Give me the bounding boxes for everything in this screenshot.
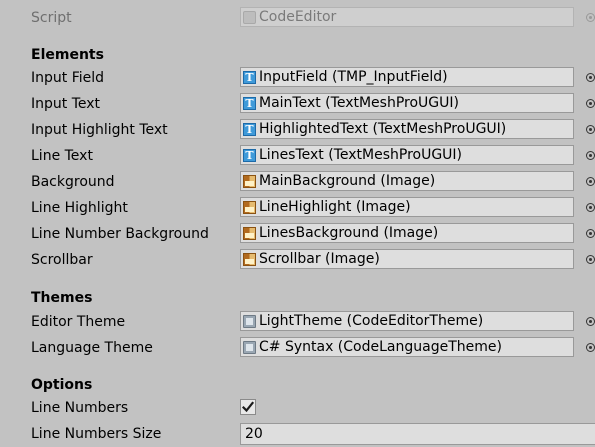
field-label: Line Highlight (31, 200, 128, 216)
object-field-line-number-background[interactable]: LinesBackground (Image) (240, 223, 574, 243)
object-field-input-field[interactable]: T InputField (TMP_InputField) (240, 67, 574, 87)
object-field-line-highlight[interactable]: LineHighlight (Image) (240, 197, 574, 217)
field-row-input-highlight-text: Input Highlight Text T HighlightedText (… (0, 117, 595, 143)
tmp-icon: T (243, 148, 256, 162)
object-field-value: C# Syntax (CodeLanguageTheme) (259, 339, 502, 355)
object-field-value: LinesText (TextMeshProUGUI) (259, 147, 463, 163)
object-field-input-highlight-text[interactable]: T HighlightedText (TextMeshProUGUI) (240, 119, 574, 139)
object-field-language-theme[interactable]: C# Syntax (CodeLanguageTheme) (240, 337, 574, 357)
image-icon (243, 226, 256, 240)
field-label: Language Theme (31, 340, 153, 356)
script-label: Script (31, 10, 72, 26)
object-field-editor-theme[interactable]: LightTheme (CodeEditorTheme) (240, 311, 574, 331)
line-numbers-checkbox[interactable] (240, 399, 256, 415)
image-icon (243, 200, 256, 214)
field-row-input-field: Input Field T InputField (TMP_InputField… (0, 65, 595, 91)
field-row-editor-theme: Editor Theme LightTheme (CodeEditorTheme… (0, 309, 595, 335)
object-picker-icon[interactable] (586, 343, 595, 352)
object-field-value: MainBackground (Image) (259, 173, 436, 189)
object-picker-icon[interactable] (586, 125, 595, 134)
section-header-options: Options (31, 377, 93, 393)
field-row-background: Background MainBackground (Image) (0, 169, 595, 195)
object-field-scrollbar[interactable]: Scrollbar (Image) (240, 249, 574, 269)
image-icon (243, 252, 256, 266)
object-picker-icon[interactable] (586, 229, 595, 238)
field-label: Line Number Background (31, 226, 209, 242)
object-picker-icon[interactable] (586, 99, 595, 108)
image-icon (243, 174, 256, 188)
object-field-value: InputField (TMP_InputField) (259, 69, 448, 85)
object-field-value: Scrollbar (Image) (259, 251, 380, 267)
script-icon (243, 10, 256, 24)
scriptable-object-icon (243, 340, 256, 354)
field-label: Background (31, 174, 115, 190)
object-field-background[interactable]: MainBackground (Image) (240, 171, 574, 191)
object-picker-icon[interactable] (586, 73, 595, 82)
object-picker-icon (586, 13, 595, 22)
tmp-icon: T (243, 96, 256, 110)
scriptable-object-icon (243, 314, 256, 328)
field-label: Input Text (31, 96, 101, 112)
object-picker-icon[interactable] (586, 255, 595, 264)
field-row-line-text: Line Text T LinesText (TextMeshProUGUI) (0, 143, 595, 169)
field-label: Editor Theme (31, 314, 126, 330)
object-field-value: LinesBackground (Image) (259, 225, 439, 241)
object-field-value: LineHighlight (Image) (259, 199, 411, 215)
section-header-elements: Elements (31, 47, 104, 63)
object-picker-icon[interactable] (586, 177, 595, 186)
object-picker-icon[interactable] (586, 151, 595, 160)
tmp-icon: T (243, 122, 256, 136)
object-field-value: HighlightedText (TextMeshProUGUI) (259, 121, 507, 137)
field-label: Input Highlight Text (31, 122, 168, 138)
field-row-input-text: Input Text T MainText (TextMeshProUGUI) (0, 91, 595, 117)
field-row-line-numbers: Line Numbers (0, 395, 595, 421)
line-numbers-size-input[interactable]: 20 (240, 423, 595, 445)
field-row-line-highlight: Line Highlight LineHighlight (Image) (0, 195, 595, 221)
field-label: Line Numbers Size (31, 426, 162, 442)
object-field-value: LightTheme (CodeEditorTheme) (259, 313, 484, 329)
field-label: Line Text (31, 148, 93, 164)
checkmark-icon (242, 401, 254, 413)
object-picker-icon[interactable] (586, 203, 595, 212)
section-header-themes: Themes (31, 290, 93, 306)
object-picker-icon[interactable] (586, 317, 595, 326)
script-row: Script CodeEditor (0, 5, 595, 31)
field-label: Input Field (31, 70, 105, 86)
field-row-line-number-background: Line Number Background LinesBackground (… (0, 221, 595, 247)
object-field-value: MainText (TextMeshProUGUI) (259, 95, 459, 111)
object-field-input-text[interactable]: T MainText (TextMeshProUGUI) (240, 93, 574, 113)
field-row-language-theme: Language Theme C# Syntax (CodeLanguageTh… (0, 335, 595, 361)
field-label: Line Numbers (31, 400, 129, 416)
tmp-icon: T (243, 70, 256, 84)
script-field: CodeEditor (240, 7, 574, 27)
script-value: CodeEditor (259, 9, 337, 25)
object-field-line-text[interactable]: T LinesText (TextMeshProUGUI) (240, 145, 574, 165)
field-label: Scrollbar (31, 252, 93, 268)
field-row-scrollbar: Scrollbar Scrollbar (Image) (0, 247, 595, 273)
field-row-line-numbers-size: Line Numbers Size 20 (0, 421, 595, 447)
